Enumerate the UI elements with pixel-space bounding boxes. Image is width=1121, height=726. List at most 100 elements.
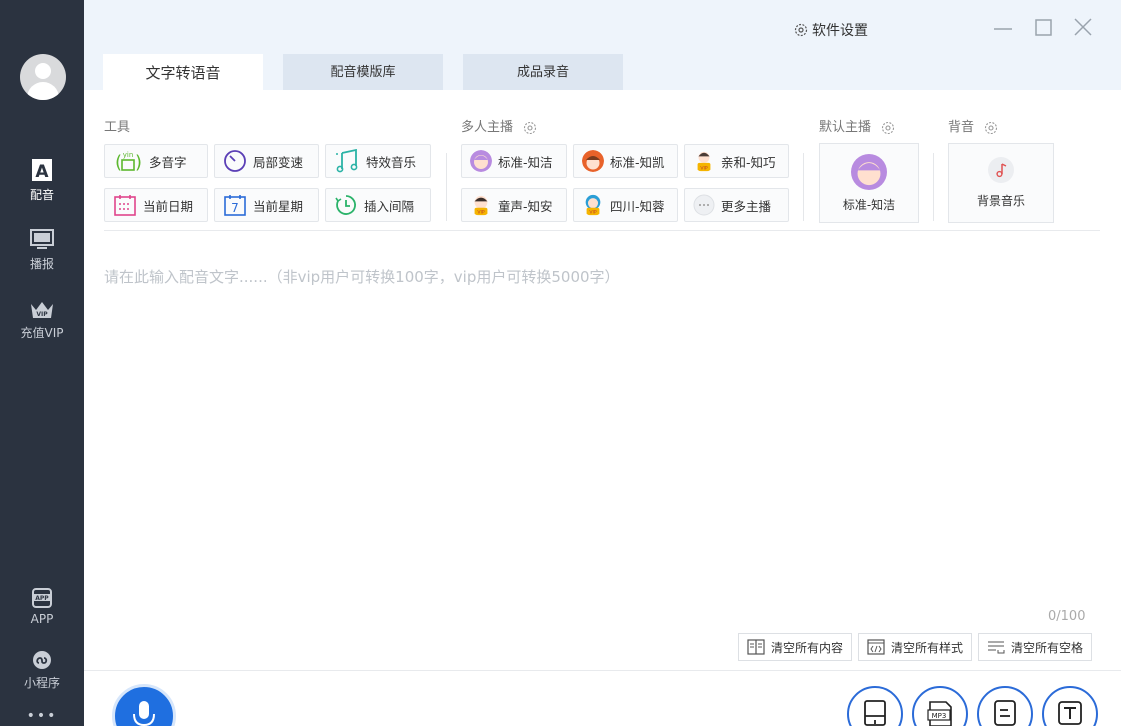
save-button[interactable] (847, 686, 903, 726)
anchor-zhikai[interactable]: 标准-知凯 (573, 144, 678, 178)
close-icon[interactable] (1072, 16, 1094, 38)
calendar-week-icon: 7 (224, 195, 246, 216)
mp3-export-button[interactable]: MP3 (912, 686, 968, 726)
sidebar-item-app[interactable]: APP APP (0, 588, 84, 626)
tools-title: 工具 (104, 120, 131, 135)
svg-text:VIP: VIP (589, 210, 596, 216)
book-icon (747, 639, 765, 655)
anchor-label: 四川-知蓉 (610, 198, 665, 214)
gear-icon[interactable] (984, 121, 998, 135)
anchor-label: 标准-知洁 (498, 154, 553, 170)
svg-text:7: 7 (231, 201, 239, 215)
female-avatar-icon (851, 154, 887, 190)
anchor-zhian[interactable]: VIP 童声-知安 (461, 188, 567, 222)
child-avatar-icon: VIP (474, 195, 488, 216)
bgm-title: 背音 (948, 116, 998, 135)
more-anchors-button[interactable]: 更多主播 (684, 188, 789, 222)
current-date-button[interactable]: 当前日期 (104, 188, 208, 222)
anchor-zhirong[interactable]: VIP 四川-知蓉 (573, 188, 678, 222)
monitor-icon (30, 229, 54, 249)
girl-avatar-icon: VIP (697, 151, 711, 171)
effect-music-button[interactable]: 特效音乐 (325, 144, 431, 178)
bgm-title-text: 背音 (948, 120, 975, 135)
svg-text:): ) (135, 152, 142, 173)
tool-label: 当前星期 (253, 198, 304, 214)
vip-crown-icon: VIP (31, 302, 53, 318)
char-counter: 0/100 (1048, 609, 1086, 624)
software-settings-button[interactable]: 软件设置 (794, 20, 868, 40)
divider (104, 230, 1100, 231)
divider (933, 153, 934, 221)
anchors-title-text: 多人主播 (461, 120, 514, 135)
anchor-label: 标准-知凯 (610, 154, 665, 170)
clock-icon (224, 150, 246, 172)
female-avatar-icon: VIP (585, 194, 601, 216)
svg-text:(: ( (115, 152, 122, 173)
settings-label: 软件设置 (812, 23, 868, 39)
sidebar: A 配音 播报 VIP 充值VIP APP APP 小程序 ••• (0, 0, 84, 726)
sidebar-item-label: 小程序 (23, 676, 60, 690)
anchor-zhiqiao[interactable]: VIP 亲和-知巧 (684, 144, 789, 178)
background-music-card[interactable]: 背景音乐 (948, 143, 1054, 223)
sidebar-item-broadcast[interactable]: 播报 (0, 229, 84, 272)
sidebar-item-label: 充值VIP (20, 326, 64, 340)
ellipsis-icon (693, 194, 715, 216)
anchor-zhijie[interactable]: 标准-知洁 (461, 144, 567, 178)
clear-space-button[interactable]: 清空所有空格 (978, 633, 1093, 661)
default-anchor-title: 默认主播 (819, 116, 895, 135)
action-label: 清空所有空格 (1011, 640, 1084, 655)
save-icon (864, 700, 886, 726)
music-note-icon (988, 157, 1014, 183)
minimize-icon[interactable] (992, 16, 1014, 38)
text-icon (1058, 701, 1082, 725)
tab-template-library[interactable]: 配音模版库 (283, 54, 443, 90)
gear-icon[interactable] (523, 121, 537, 135)
female-avatar-icon (470, 150, 492, 172)
maximize-icon[interactable] (1033, 16, 1055, 38)
app-icon: APP (32, 588, 52, 608)
male-avatar-icon (582, 150, 604, 172)
local-speed-button[interactable]: 局部变速 (214, 144, 319, 178)
tab-text-to-speech[interactable]: 文字转语音 (103, 54, 263, 90)
default-anchor-label: 标准-知洁 (842, 198, 896, 212)
gear-icon[interactable] (881, 121, 895, 135)
sidebar-item-vip[interactable]: VIP 充值VIP (0, 300, 84, 341)
calendar-icon (114, 195, 136, 216)
text-input-placeholder[interactable]: 请在此输入配音文字......（非vip用户可转换100字，vip用户可转换50… (104, 266, 620, 287)
svg-text:yin: yin (123, 151, 134, 159)
more-icon[interactable]: ••• (0, 708, 84, 724)
svg-text:MP3: MP3 (932, 712, 947, 720)
default-anchor-card[interactable]: 标准-知洁 (819, 143, 919, 223)
tab-finished-recordings[interactable]: 成品录音 (463, 54, 623, 90)
subtitle-icon (994, 700, 1016, 726)
user-avatar[interactable] (20, 54, 66, 100)
svg-text:APP: APP (35, 595, 49, 602)
text-button[interactable] (1042, 686, 1098, 726)
action-label: 清空所有内容 (771, 640, 844, 655)
music-note-icon (336, 149, 358, 173)
insert-interval-button[interactable]: 插入间隔 (325, 188, 431, 222)
sidebar-item-label: APP (30, 612, 54, 626)
current-week-button[interactable]: 7 当前星期 (214, 188, 319, 222)
space-icon (988, 641, 1005, 654)
sidebar-item-miniprogram[interactable]: 小程序 (0, 650, 84, 691)
polyphone-button[interactable]: ( yin ) 多音字 (104, 144, 208, 178)
tool-label: 插入间隔 (364, 198, 415, 214)
anchor-label: 亲和-知巧 (721, 154, 776, 170)
microphone-button[interactable] (112, 684, 176, 726)
subtitle-button[interactable] (977, 686, 1033, 726)
code-icon (867, 639, 885, 655)
clear-content-button[interactable]: 清空所有内容 (738, 633, 853, 661)
sidebar-item-label: 配音 (29, 188, 54, 202)
anchor-label: 童声-知安 (498, 198, 553, 214)
clear-style-button[interactable]: 清空所有样式 (858, 633, 973, 661)
polyphone-icon: ( yin ) (115, 151, 142, 173)
sidebar-item-dubbing[interactable]: A 配音 (0, 158, 84, 203)
tool-label: 多音字 (149, 154, 187, 170)
svg-text:VIP: VIP (700, 165, 707, 171)
svg-text:VIP: VIP (477, 210, 484, 216)
divider (446, 153, 447, 221)
gear-icon (794, 23, 808, 37)
default-anchor-title-text: 默认主播 (819, 120, 872, 135)
microphone-icon (133, 701, 155, 726)
